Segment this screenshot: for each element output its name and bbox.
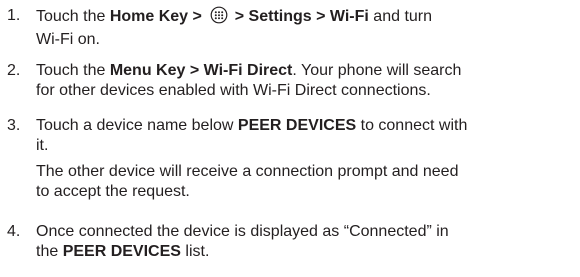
step-number: 1. <box>7 7 21 24</box>
step-text: Touch a device name below PEER DEVICES t… <box>36 116 571 202</box>
step-line: Touch the Home Key > > Settings > Wi-Fi … <box>36 6 571 30</box>
step-note: to accept the request. <box>36 183 190 200</box>
step-number: 4. <box>7 223 21 240</box>
peer-devices-label: PEER DEVICES <box>62 243 181 260</box>
menu-key-label: Menu Key > Wi-Fi Direct <box>109 62 293 79</box>
home-key-label: Home Key > <box>109 8 207 25</box>
step-text-run: . Your phone will search <box>292 62 462 79</box>
step-line: the PEER DEVICES list. <box>36 242 571 262</box>
step-text-run: Touch the <box>36 8 110 25</box>
settings-wifi-label: > Settings > Wi-Fi <box>230 8 369 25</box>
step-text: Once connected the device is displayed a… <box>36 222 571 262</box>
step-line: Wi-Fi on. <box>36 31 100 48</box>
step-line: Once connected the device is displayed a… <box>36 223 449 240</box>
step-note: The other device will receive a connecti… <box>36 163 459 180</box>
apps-grid-icon <box>210 6 228 30</box>
step-text-run: and turn <box>368 8 433 25</box>
step-text-run: Touch a device name below <box>36 117 238 134</box>
step-text-run: to connect with <box>356 117 468 134</box>
instruction-steps: 1. Touch the Home Key > > Settings > Wi-… <box>0 0 580 277</box>
step-line: for other devices enabled with Wi-Fi Dir… <box>36 82 431 99</box>
step-text: Touch the Home Key > > Settings > Wi-Fi … <box>36 6 571 50</box>
step-text-run: Touch the <box>36 62 110 79</box>
step-text-run: list. <box>180 243 210 260</box>
step-line: it. <box>36 137 49 154</box>
step-text: Touch the Menu Key > Wi-Fi Direct. Your … <box>36 61 571 101</box>
step-line: Touch a device name below PEER DEVICES t… <box>36 116 571 136</box>
step-number: 3. <box>7 117 21 134</box>
step-text-run: the <box>36 243 63 260</box>
peer-devices-label: PEER DEVICES <box>237 117 357 134</box>
step-line: Touch the Menu Key > Wi-Fi Direct. Your … <box>36 61 571 81</box>
step-number: 2. <box>7 62 21 79</box>
